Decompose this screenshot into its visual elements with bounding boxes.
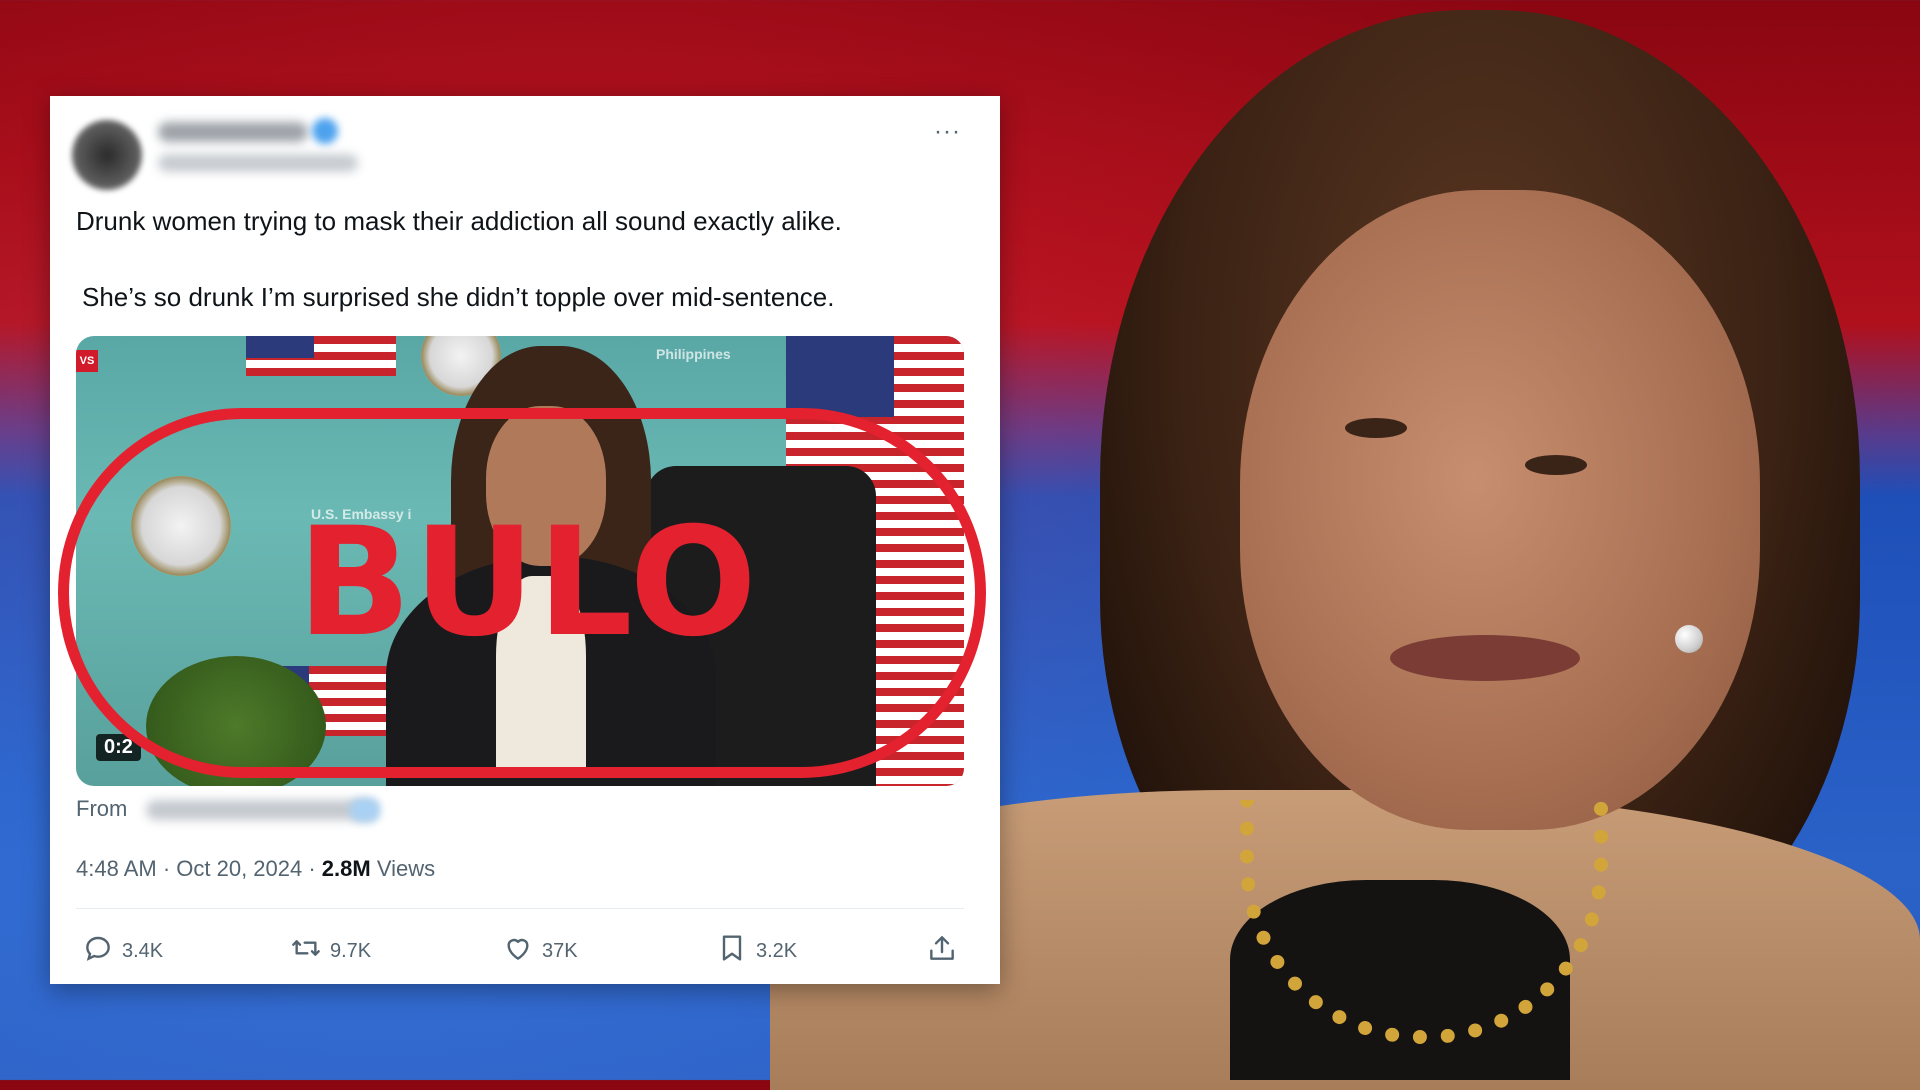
bookmark-button[interactable]: 3.2K bbox=[716, 932, 797, 970]
reply-button[interactable]: 3.4K bbox=[82, 932, 163, 970]
views-label: Views bbox=[370, 856, 436, 881]
portrait-left-eye bbox=[1345, 418, 1407, 438]
views-count: 2.8M bbox=[321, 856, 371, 881]
like-button[interactable]: 37K bbox=[502, 932, 578, 970]
share-icon bbox=[926, 932, 958, 970]
tweet-text-line-2: She’s so drunk I’m surprised she didn’t … bbox=[82, 282, 835, 312]
from-label: From bbox=[76, 796, 128, 821]
heart-icon bbox=[502, 932, 534, 970]
retweet-button[interactable]: 9.7K bbox=[290, 932, 371, 970]
portrait-face bbox=[1240, 190, 1760, 830]
hoax-stamp-text: BULO bbox=[297, 496, 759, 670]
bookmark-count: 3.2K bbox=[756, 939, 798, 962]
more-options-button[interactable]: ··· bbox=[934, 118, 961, 146]
retweet-count: 9.7K bbox=[330, 939, 372, 962]
reply-icon bbox=[82, 932, 114, 970]
blurred-display-name[interactable] bbox=[158, 122, 308, 142]
blurred-source-badge bbox=[350, 798, 380, 822]
blurred-handle[interactable] bbox=[158, 154, 358, 172]
portrait-mouth bbox=[1390, 635, 1580, 681]
retweet-icon bbox=[290, 932, 322, 970]
news-channel-tag: VS bbox=[76, 350, 98, 372]
bookmark-icon bbox=[716, 932, 748, 970]
portrait-earring bbox=[1675, 625, 1703, 653]
tweet-text-line-1: Drunk women trying to mask their addicti… bbox=[76, 206, 842, 236]
flag-image bbox=[246, 336, 396, 376]
verified-badge-icon bbox=[312, 118, 338, 144]
embassy-sign-text-2: Philippines bbox=[656, 346, 731, 362]
blurred-source-account[interactable] bbox=[146, 800, 376, 820]
timestamp[interactable]: 4:48 AM · Oct 20, 2024 · bbox=[76, 856, 322, 881]
portrait-right-eye bbox=[1525, 455, 1587, 475]
share-button[interactable] bbox=[926, 932, 958, 970]
tweet-metadata: 4:48 AM · Oct 20, 2024 · 2.8M Views bbox=[76, 856, 435, 882]
action-bar: 3.4K 9.7K 37K 3.2K bbox=[76, 932, 964, 972]
like-count: 37K bbox=[542, 939, 578, 962]
divider bbox=[76, 908, 964, 909]
reply-count: 3.4K bbox=[122, 939, 164, 962]
avatar[interactable] bbox=[72, 120, 142, 190]
